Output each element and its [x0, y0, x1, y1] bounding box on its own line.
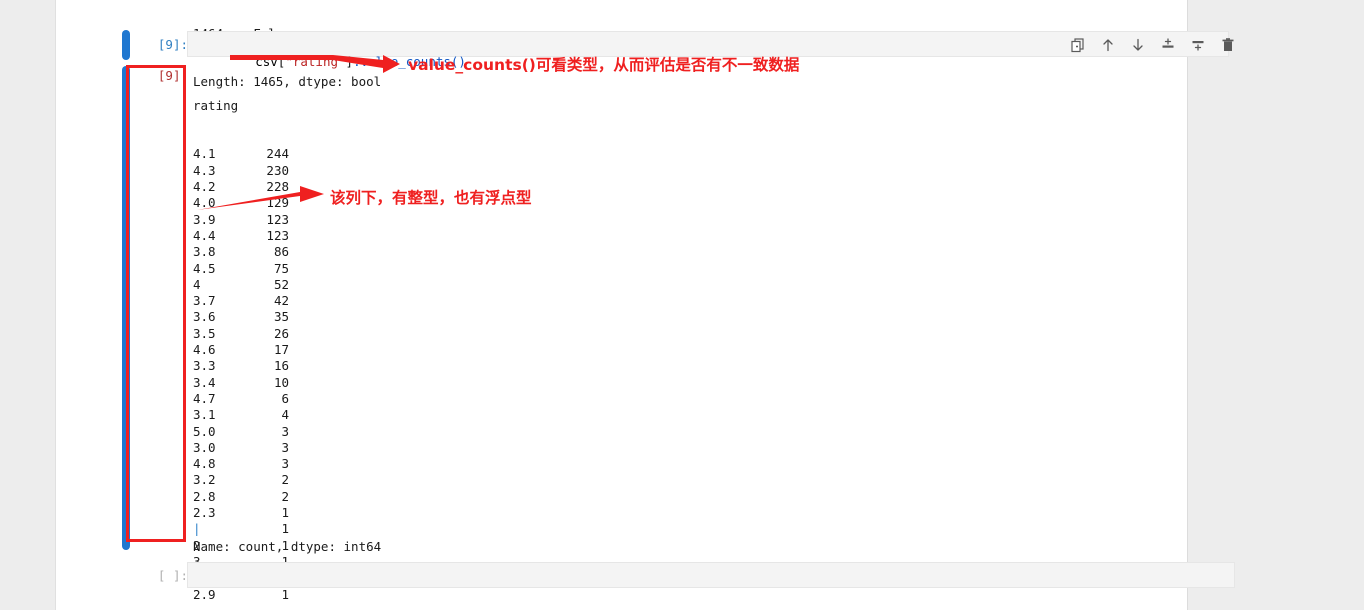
output-row-count: 1	[281, 586, 289, 602]
output-row-count: 3	[281, 423, 289, 439]
active-cell-bar-input	[122, 30, 130, 60]
output-row: 4.5 75	[193, 261, 289, 277]
output-row: 3.2 2	[193, 472, 289, 488]
output-row: 3.3 16	[193, 358, 289, 374]
active-cell-bar-output	[122, 66, 130, 550]
output-row-index: 4	[193, 276, 201, 292]
output-row-count: 1	[281, 505, 289, 521]
output-row-index: |	[193, 521, 201, 537]
output-row-index: 4.4	[193, 227, 216, 243]
output-row-index: 3.5	[193, 325, 216, 341]
output-row-index: 4.0	[193, 195, 216, 211]
output-row: 3.7 42	[193, 293, 289, 309]
output-row-count: 10	[273, 374, 289, 390]
output-row-index: 3.2	[193, 472, 216, 488]
output-footer: Name: count, dtype: int64	[193, 539, 382, 554]
output-row: 4.7 6	[193, 391, 289, 407]
output-row: 4.0 129	[193, 195, 289, 211]
output-rows: 4.1 244 4.3 230 4.2 228 4.0 129 3.9 123 4.4 123 3.8 8…	[193, 146, 289, 602]
output-row-index: 3.6	[193, 309, 216, 325]
output-row: 4.1 244	[193, 146, 289, 162]
output-header: rating	[193, 97, 239, 113]
output-row-count: 129	[266, 195, 289, 211]
output-row-index: 3.7	[193, 293, 216, 309]
output-row-count: 244	[266, 146, 289, 162]
annotation-label-2: 该列下，有整型，也有浮点型	[330, 189, 532, 207]
output-row-count: 52	[273, 276, 289, 292]
output-row-index: 4.6	[193, 342, 216, 358]
output-row: 3.9 123	[193, 212, 289, 228]
input-prompt-label: [9]:	[157, 37, 188, 52]
duplicate-cell-icon[interactable]	[1068, 35, 1088, 55]
delete-cell-icon[interactable]	[1218, 35, 1238, 55]
output-row-count: 17	[273, 342, 289, 358]
output-row-index: 3.3	[193, 358, 216, 374]
output-row-index: 3.0	[193, 439, 216, 455]
insert-cell-above-icon[interactable]	[1158, 35, 1178, 55]
output-area: rating 4.1 244 4.3 230 4.2 228 4.0 129 3.9 123 4.4…	[193, 65, 289, 610]
output-row-index: 4.7	[193, 390, 216, 406]
output-row-count: 42	[273, 293, 289, 309]
output-row-count: 2	[281, 472, 289, 488]
output-row-count: 123	[266, 211, 289, 227]
output-row: 3.0 3	[193, 440, 289, 456]
output-row-count: 75	[273, 260, 289, 276]
new-code-input-cell[interactable]	[187, 562, 1235, 588]
output-row-count: 16	[273, 358, 289, 374]
output-row-count: 4	[281, 407, 289, 423]
output-prompt-label: [9]:	[157, 68, 188, 83]
output-row: 4.6 17	[193, 342, 289, 358]
output-row-count: 35	[273, 309, 289, 325]
cell-toolbar	[1068, 34, 1238, 56]
output-row-index: 3.9	[193, 211, 216, 227]
new-cell-prompt-label: [ ]:	[157, 568, 188, 583]
notebook-root: 1464 False Length: 1465, dtype: bool [9]…	[0, 0, 1364, 610]
move-cell-down-icon[interactable]	[1128, 35, 1148, 55]
output-row-index: 4.3	[193, 162, 216, 178]
output-row: | 1	[193, 521, 289, 537]
output-row-count: 86	[273, 244, 289, 260]
output-row: 4.8 3	[193, 456, 289, 472]
output-row-count: 26	[273, 325, 289, 341]
output-row: 2.3 1	[193, 505, 289, 521]
output-row: 3.6 35	[193, 309, 289, 325]
code-token-punct: ]	[345, 54, 354, 69]
annotation-underline-bar	[230, 55, 333, 60]
output-row-index: 3.4	[193, 374, 216, 390]
output-row-index: 5.0	[193, 423, 216, 439]
output-row-count: 1	[281, 521, 289, 537]
output-row: 4 52	[193, 277, 289, 293]
output-row: 2.8 2	[193, 489, 289, 505]
output-row: 5.0 3	[193, 424, 289, 440]
output-row-index: 3.1	[193, 407, 216, 423]
output-row-index: 3.8	[193, 244, 216, 260]
output-row: 4.2 228	[193, 179, 289, 195]
output-row-count: 2	[281, 488, 289, 504]
annotation-label-1: value_counts()可看类型，从而评估是否有不一致数据	[408, 56, 800, 74]
output-row-index: 4.5	[193, 260, 216, 276]
output-row: 4.4 123	[193, 228, 289, 244]
output-row-count: 6	[281, 390, 289, 406]
insert-cell-below-icon[interactable]	[1188, 35, 1208, 55]
output-row: 3.4 10	[193, 375, 289, 391]
output-row: 3.5 26	[193, 326, 289, 342]
output-row-index: 4.1	[193, 146, 216, 162]
output-row-count: 3	[281, 439, 289, 455]
output-row-index: 4.8	[193, 456, 216, 472]
output-row: 3.8 86	[193, 244, 289, 260]
output-row-index: 2.3	[193, 505, 216, 521]
output-row-count: 228	[266, 179, 289, 195]
output-row: 4.3 230	[193, 163, 289, 179]
notebook-canvas: 1464 False Length: 1465, dtype: bool [9]…	[55, 0, 1235, 610]
output-row-count: 230	[266, 162, 289, 178]
output-row-index: 2.8	[193, 488, 216, 504]
output-row-index: 2.9	[193, 586, 216, 602]
move-cell-up-icon[interactable]	[1098, 35, 1118, 55]
output-row: 3.1 4	[193, 407, 289, 423]
output-row-count: 123	[266, 227, 289, 243]
output-row-count: 3	[281, 456, 289, 472]
output-row: 2.9 1	[193, 587, 289, 603]
output-row-index: 4.2	[193, 179, 216, 195]
